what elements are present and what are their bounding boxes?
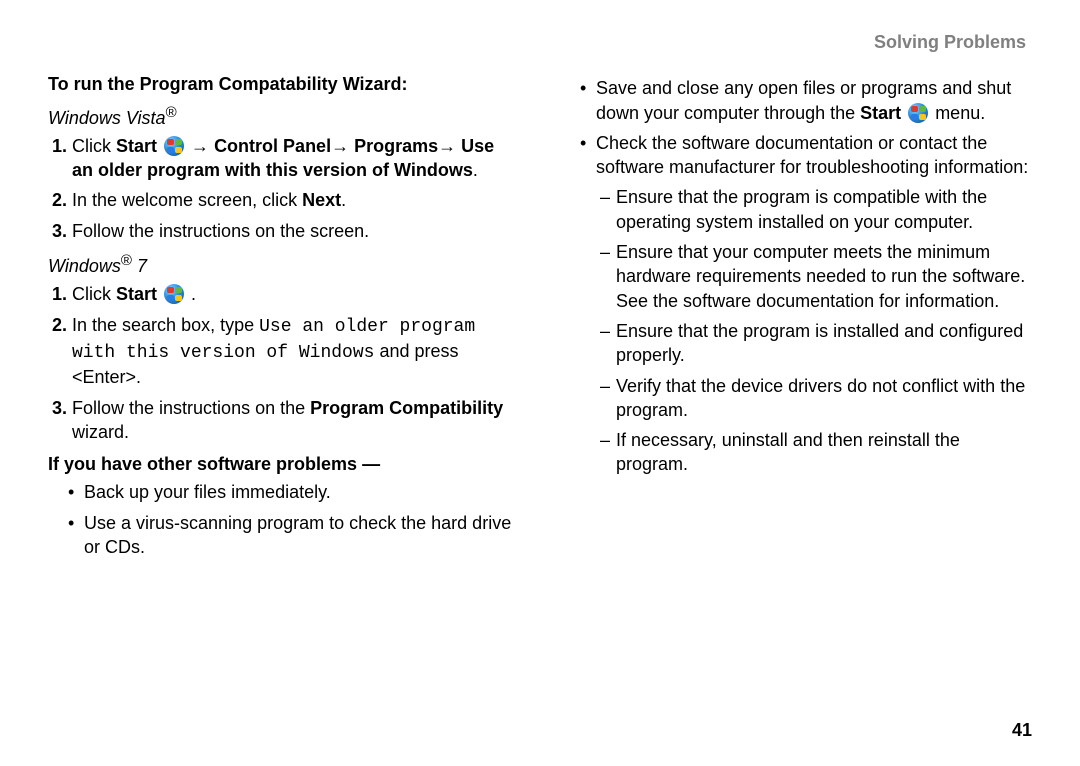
vista-steps-list: Click Start → Control Panel→ Programs→ U…	[48, 134, 520, 243]
list-item: Save and close any open files or program…	[580, 76, 1032, 125]
win7-step-1: Click Start .	[72, 282, 520, 306]
text: Click	[72, 136, 116, 156]
text: In the search box, type	[72, 315, 259, 335]
list-item: If necessary, uninstall and then reinsta…	[600, 428, 1032, 477]
windows-7-heading: Windows® 7	[48, 251, 520, 278]
list-item: Ensure that the program is installed and…	[600, 319, 1032, 368]
programs-label: Programs	[354, 136, 438, 156]
arrow: →	[331, 136, 354, 156]
start-orb-icon	[164, 284, 184, 304]
right-dashes-list: Ensure that the program is compatible wi…	[560, 185, 1032, 476]
heading-num: 7	[132, 256, 147, 276]
win7-step-2: In the search box, type Use an older pro…	[72, 313, 520, 390]
start-orb-icon	[908, 103, 928, 123]
list-item: Back up your files immediately.	[68, 480, 520, 504]
two-column-layout: To run the Program Compatability Wizard:…	[48, 72, 1032, 565]
left-column: To run the Program Compatability Wizard:…	[48, 72, 520, 565]
dot: .	[473, 160, 478, 180]
start-orb-icon	[164, 136, 184, 156]
windows-vista-heading: Windows Vista®	[48, 103, 520, 130]
text: In the welcome screen, click	[72, 190, 302, 210]
dot: .	[341, 190, 346, 210]
list-item: Ensure that the program is compatible wi…	[600, 185, 1032, 234]
right-column: Save and close any open files or program…	[560, 72, 1032, 565]
registered-mark: ®	[166, 104, 177, 121]
vista-step-3: Follow the instructions on the screen.	[72, 219, 520, 243]
list-item: Ensure that your computer meets the mini…	[600, 240, 1032, 313]
control-panel-label: Control Panel	[214, 136, 331, 156]
start-label: Start	[860, 103, 901, 123]
text: menu.	[930, 103, 985, 123]
heading-text: Windows Vista	[48, 108, 166, 128]
program-compat-label: Program Compatibility	[310, 398, 503, 418]
page-number: 41	[1012, 718, 1032, 742]
vista-step-2: In the welcome screen, click Next.	[72, 188, 520, 212]
other-problems-list: Back up your files immediately. Use a vi…	[48, 480, 520, 559]
text: wizard.	[72, 422, 129, 442]
start-label: Start	[116, 284, 157, 304]
arrow: →	[191, 136, 214, 156]
heading-text: Windows	[48, 256, 121, 276]
next-label: Next	[302, 190, 341, 210]
registered-mark: ®	[121, 252, 132, 269]
win7-steps-list: Click Start . In the search box, type Us…	[48, 282, 520, 444]
list-item: Use a virus-scanning program to check th…	[68, 511, 520, 560]
section-header: Solving Problems	[48, 30, 1032, 54]
list-item: Verify that the device drivers do not co…	[600, 374, 1032, 423]
right-bullets-list: Save and close any open files or program…	[560, 76, 1032, 179]
win7-step-3: Follow the instructions on the Program C…	[72, 396, 520, 445]
dot: .	[186, 284, 196, 304]
text: Click	[72, 284, 116, 304]
document-page: Solving Problems To run the Program Comp…	[0, 0, 1080, 766]
start-label: Start	[116, 136, 157, 156]
vista-step-1: Click Start → Control Panel→ Programs→ U…	[72, 134, 520, 183]
text: Follow the instructions on the	[72, 398, 310, 418]
run-wizard-heading: To run the Program Compatability Wizard:	[48, 72, 520, 96]
other-problems-heading: If you have other software problems —	[48, 452, 520, 476]
arrow: →	[438, 136, 461, 156]
list-item: Check the software documentation or cont…	[580, 131, 1032, 180]
